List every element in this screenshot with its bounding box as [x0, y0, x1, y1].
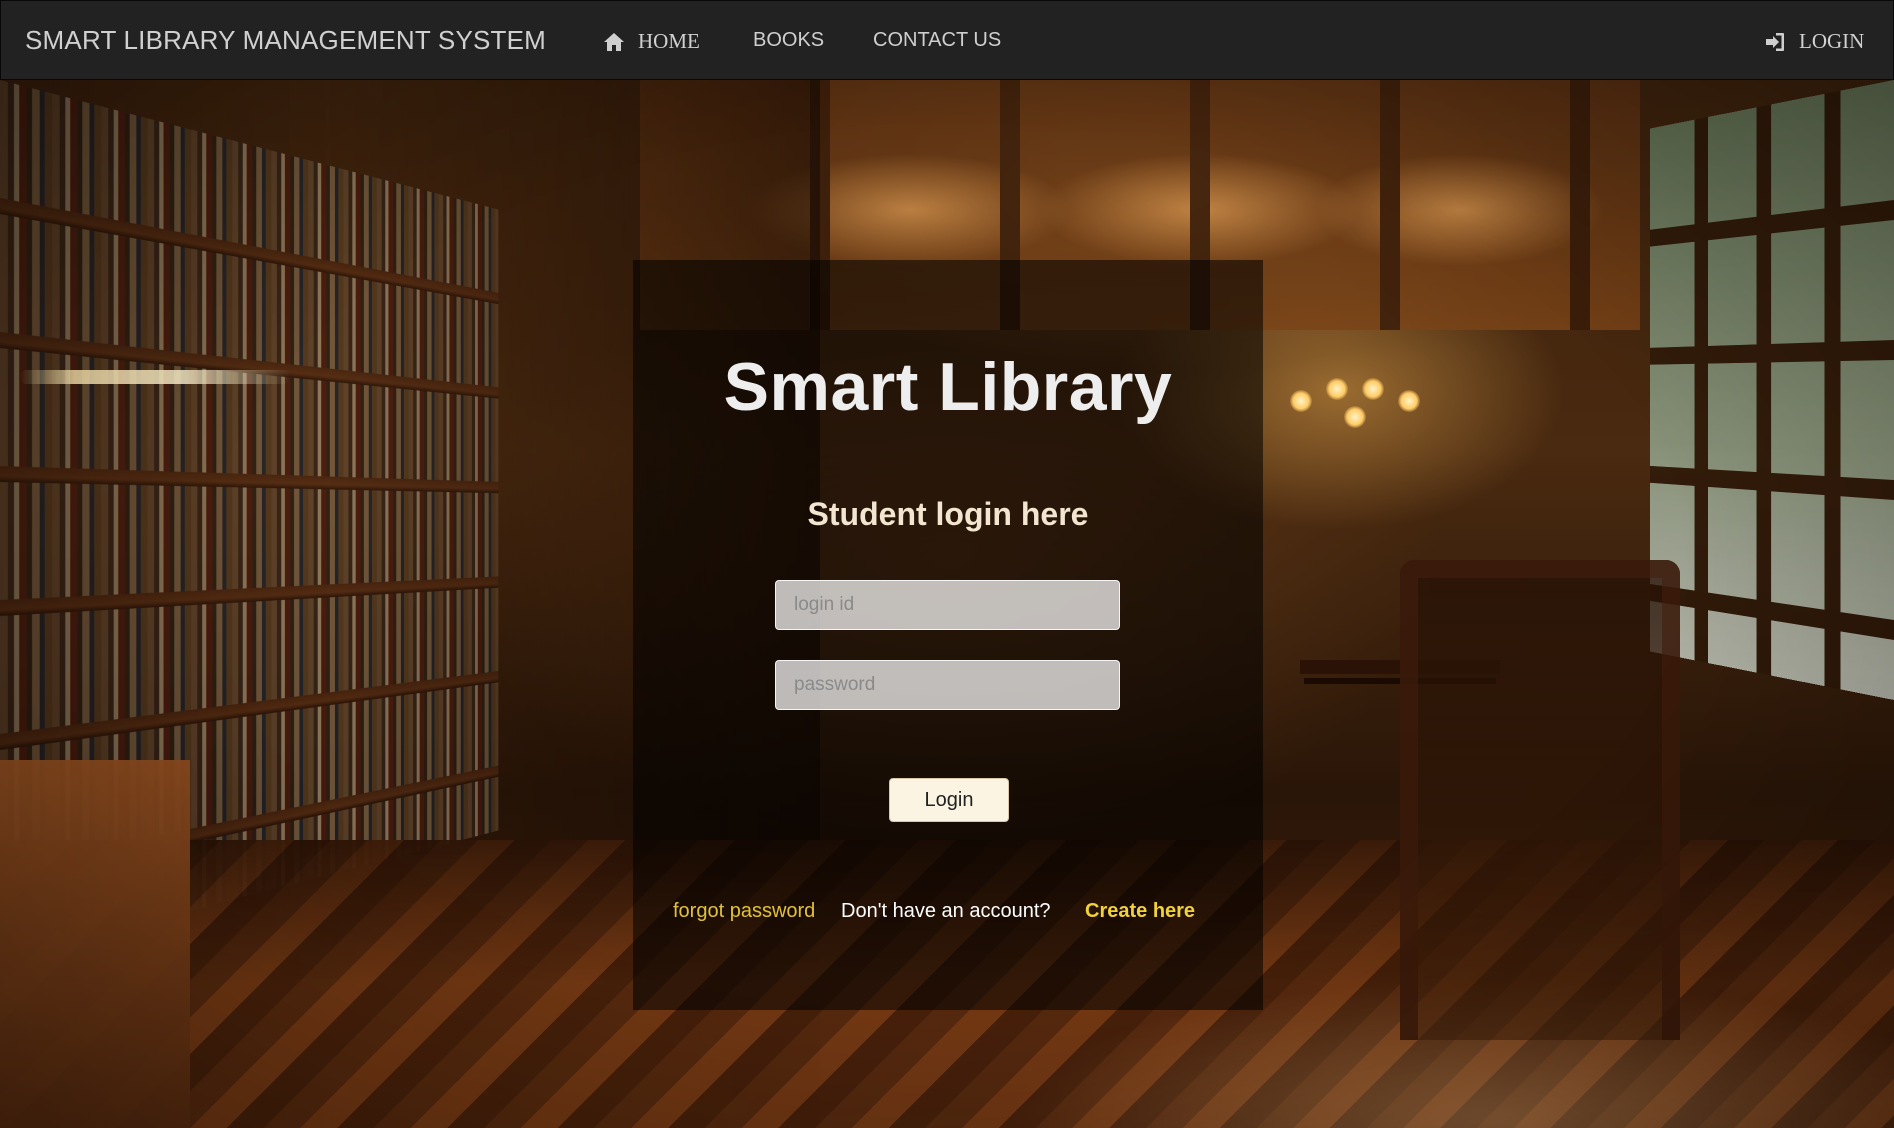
login-panel: Smart Library Student login here Login f…	[633, 260, 1263, 1010]
login-id-input[interactable]	[775, 580, 1120, 630]
nav-books[interactable]: BOOKS	[753, 29, 824, 52]
top-navbar: SMART LIBRARY MANAGEMENT SYSTEM HOME BOO…	[0, 0, 1894, 80]
nav-home-label: HOME	[638, 29, 700, 53]
create-account-link[interactable]: Create here	[1085, 900, 1195, 923]
panel-subtitle: Student login here	[807, 496, 1089, 532]
no-account-text: Don't have an account?	[841, 900, 1051, 922]
nav-login-label: LOGIN	[1799, 29, 1865, 53]
nav-login[interactable]: LOGIN	[1763, 29, 1864, 54]
brand-title[interactable]: SMART LIBRARY MANAGEMENT SYSTEM	[25, 25, 546, 56]
panel-title: Smart Library	[723, 349, 1173, 425]
password-input[interactable]	[775, 660, 1120, 710]
sign-in-icon	[1766, 32, 1784, 51]
forgot-password-link[interactable]: forgot password	[673, 900, 815, 923]
nav-home[interactable]: HOME	[602, 29, 700, 54]
login-button[interactable]: Login	[889, 778, 1009, 822]
home-icon	[604, 32, 624, 51]
nav-contact-us[interactable]: CONTACT US	[873, 29, 1001, 52]
